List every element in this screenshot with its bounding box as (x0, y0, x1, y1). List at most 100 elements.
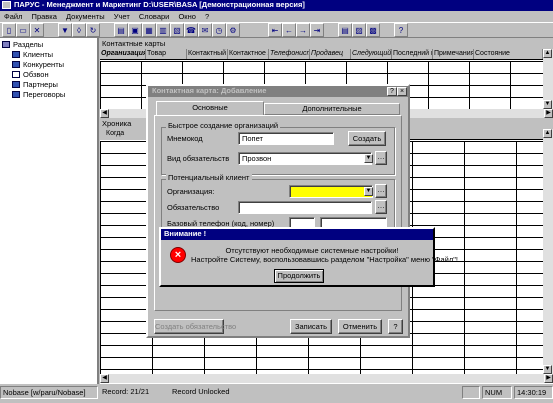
col-contact-phone[interactable]: Контактный т (187, 49, 228, 59)
mnemocode-label: Мнемокод (167, 134, 203, 143)
toolbar-nav-prev-button[interactable]: ← (282, 23, 296, 37)
col-notes[interactable]: Примечания (433, 49, 474, 59)
obligation-field[interactable] (238, 201, 372, 214)
status-time: 14:30:19 (514, 386, 553, 399)
scroll-left-arrow[interactable]: ◀ (100, 109, 109, 118)
status-bar: Nobase [w/paru/Nobase] Record: 21/21 Rec… (0, 386, 553, 399)
obligation-type-lookup-button[interactable]: … (375, 151, 387, 165)
toolbar-nav-next-button[interactable]: → (296, 23, 310, 37)
toolbar-copy-button[interactable]: ▭ (16, 23, 30, 37)
chevron-down-icon[interactable]: ▼ (364, 154, 373, 163)
col-last-contact[interactable]: Последний к (392, 49, 433, 59)
scroll-up-arrow[interactable]: ▲ (543, 129, 552, 138)
help-button[interactable]: ? (388, 319, 403, 334)
sections-tree: Разделы Клиенты Конкуренты Обзвон Партне… (0, 38, 99, 384)
toolbar-delete-button[interactable]: ✕ (30, 23, 44, 37)
tab-main-label: Основные (192, 103, 228, 112)
dialog-close-button[interactable]: × (397, 87, 407, 96)
menu-documents[interactable]: Документы (66, 12, 105, 21)
sections-folder-icon (2, 41, 10, 48)
toolbar-preview-button[interactable]: ▣ (128, 23, 142, 37)
contacts-vscrollbar[interactable]: ▲ ▼ (543, 49, 553, 109)
toolbar-clock-button[interactable]: ◷ (212, 23, 226, 37)
toolbar-report-button[interactable]: ▥ (156, 23, 170, 37)
book-open-icon (12, 71, 20, 78)
menu-dictionaries[interactable]: Словари (139, 12, 169, 21)
toolbar-print-button[interactable]: ▤ (114, 23, 128, 37)
create-obligation-button[interactable]: Создать обязательство (154, 319, 236, 334)
col-next[interactable]: Следующий (351, 49, 392, 59)
status-field-1 (462, 386, 480, 399)
toolbar-window-button[interactable]: ▩ (366, 23, 380, 37)
tree-item-negotiations[interactable]: Переговоры (12, 89, 65, 100)
toolbar-nav-first-button[interactable]: ⇤ (268, 23, 282, 37)
toolbar-find-button[interactable]: ◊ (72, 23, 86, 37)
continue-button[interactable]: Продолжить (274, 269, 324, 283)
col-state[interactable]: Состояние (474, 49, 543, 59)
menu-edit[interactable]: Правка (32, 12, 57, 21)
scroll-right-arrow[interactable]: ▶ (544, 109, 553, 118)
toolbar-calendar-button[interactable]: ▧ (170, 23, 184, 37)
toolbar-settings-button[interactable]: ⚙ (226, 23, 240, 37)
menu-file[interactable]: Файл (4, 12, 22, 21)
col-seller[interactable]: Продавец (310, 49, 351, 59)
toolbar-help-button[interactable]: ? (394, 23, 408, 37)
contacts-grid-header: Организация Товар Контактный т Контактно… (100, 49, 543, 60)
col-operator[interactable]: Телефонист (269, 49, 310, 59)
menu-accounting[interactable]: Учет (114, 12, 130, 21)
chronicle-vscrollbar[interactable]: ▲ ▼ (543, 129, 553, 374)
dialog-titlebar: Контактная карта: Добавление (148, 86, 408, 97)
scroll-left-arrow[interactable]: ◀ (100, 374, 109, 383)
scroll-down-arrow[interactable]: ▼ (543, 100, 552, 109)
tab-additional-label: Дополнительные (302, 104, 362, 113)
chevron-down-icon[interactable]: ▼ (364, 187, 373, 196)
col-product[interactable]: Товар (146, 49, 187, 59)
book-icon (12, 81, 20, 88)
toolbar-nav-last-button[interactable]: ⇥ (310, 23, 324, 37)
toolbar-new-button[interactable]: ▯ (2, 23, 16, 37)
toolbar-filter-button[interactable]: ▼ (58, 23, 72, 37)
scroll-right-arrow[interactable]: ▶ (544, 374, 553, 383)
alert-message-line1: Отсутствуют необходимые системные настро… (225, 246, 399, 255)
scroll-up-arrow[interactable]: ▲ (543, 49, 552, 58)
save-button[interactable]: Записать (290, 319, 332, 334)
organization-label: Организация: (167, 187, 215, 196)
create-organization-button[interactable]: Создать (348, 131, 386, 146)
cancel-button[interactable]: Отменить (338, 319, 382, 334)
status-record: Record: 21/21 (102, 387, 150, 396)
book-icon (12, 51, 20, 58)
toolbar-cascade-button[interactable]: ▨ (352, 23, 366, 37)
organization-lookup-button[interactable]: … (375, 184, 387, 198)
contacts-panel-title: Контактные карты (100, 39, 553, 49)
toolbar-export-button[interactable]: ▦ (142, 23, 156, 37)
obligation-type-select[interactable]: Прозвон (238, 152, 372, 165)
obligation-lookup-button[interactable]: … (375, 200, 387, 214)
app-icon (2, 1, 11, 9)
alert-message-line2: Настройте Систему, воспользовавшись разд… (191, 255, 458, 264)
organization-select[interactable] (289, 185, 373, 198)
status-lock: Record Unlocked (172, 387, 230, 396)
toolbar-refresh-button[interactable]: ↻ (86, 23, 100, 37)
toolbar-phone-button[interactable]: ☎ (184, 23, 198, 37)
chronicle-hscrollbar[interactable]: ◀ ▶ (100, 374, 553, 383)
alert-dialog: Внимание ! × Отсутствуют необходимые сис… (159, 227, 458, 287)
toolbar-mail-button[interactable]: ✉ (198, 23, 212, 37)
tab-main[interactable]: Основные (156, 101, 264, 115)
tree-item-label: Переговоры (23, 90, 66, 99)
col-organization[interactable]: Организация (100, 49, 146, 59)
menu-help[interactable]: ? (205, 12, 209, 21)
scroll-down-arrow[interactable]: ▼ (543, 365, 552, 374)
mnemocode-field[interactable]: Попет (238, 132, 334, 145)
toolbar-tile-button[interactable]: ▤ (338, 23, 352, 37)
app-title: ПАРУС - Менеджмент и Маркетинг D:\USER\B… (14, 0, 305, 9)
col-contact-person[interactable]: Контактное л (228, 49, 269, 59)
potential-client-group-title: Потенциальный клиент (166, 173, 252, 182)
dialog-title: Контактная карта: Добавление (152, 86, 267, 95)
tab-additional[interactable]: Дополнительные (264, 103, 400, 115)
contact-card-dialog: Контактная карта: Добавление ? × Основны… (146, 84, 410, 338)
app-titlebar: ПАРУС - Менеджмент и Маркетинг D:\USER\B… (0, 0, 553, 11)
menu-window[interactable]: Окно (178, 12, 195, 21)
status-num: NUM (482, 386, 512, 399)
obligation-label: Обязательство (167, 203, 220, 212)
dialog-help-button[interactable]: ? (387, 87, 397, 96)
